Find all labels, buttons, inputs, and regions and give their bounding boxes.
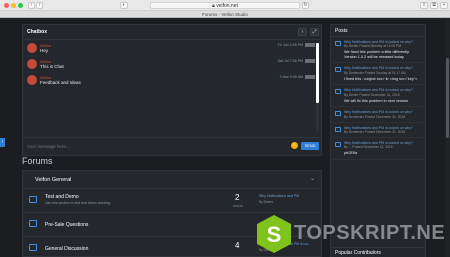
forum-post-count: 4 xyxy=(235,241,240,250)
chatbox-title: Chatbox xyxy=(27,29,47,35)
watermark-text: TOPSKRIPT.NE xyxy=(294,222,446,244)
tab-title[interactable]: Forums - Veifon Studio xyxy=(202,12,248,17)
post-meta: By Dexfender Posted December 31, 2016 xyxy=(344,114,406,119)
chat-input-row: ☺ SEND xyxy=(23,137,321,153)
lock-icon: 🔒︎ xyxy=(212,3,215,9)
maximize-window-button[interactable] xyxy=(18,3,23,8)
posts-title: Posts xyxy=(331,25,425,37)
forum-row[interactable]: Test and Demo Use this section to test a… xyxy=(23,189,321,213)
chat-text: Feedback and Ideas xyxy=(40,80,81,85)
category-title[interactable]: Veifon General xyxy=(35,177,71,183)
avatar[interactable] xyxy=(27,59,37,69)
chat-popout-icon[interactable]: ⤢ xyxy=(310,28,319,36)
shield-icon[interactable]: ◐ xyxy=(120,2,128,9)
sidebar-post[interactable]: Why Notifications and PM is looked on wh… xyxy=(331,85,425,108)
new-tab-icon[interactable]: + xyxy=(440,2,448,9)
chat-messages: Veifon Hey Fri Jun 2:45 PM Veifon This i… xyxy=(25,42,317,130)
emoji-icon[interactable]: ☺ xyxy=(291,142,298,149)
forum-name[interactable]: Pre-Sale Questions xyxy=(45,222,88,228)
avatar[interactable] xyxy=(27,75,37,85)
post-meta: By ... Posted December 31, 2016 xyxy=(344,145,393,150)
forum-last-post[interactable]: Why Notifications and PM xyxy=(259,194,319,198)
chat-tools-icon[interactable] xyxy=(305,43,315,47)
share-icon[interactable]: ⇪ xyxy=(420,2,428,9)
post-icon xyxy=(335,141,341,147)
forum-description: Use this section to test and demo wordin… xyxy=(45,201,111,205)
svg-text:S: S xyxy=(267,222,282,247)
tab-bar[interactable]: Forums - Veifon Studio xyxy=(0,11,450,18)
forum-post-count: 2 xyxy=(235,193,240,202)
post-excerpt: We fixed this problem a little different… xyxy=(344,50,410,59)
forum-last-post-author[interactable]: By Dexter xyxy=(259,200,273,204)
send-button[interactable]: SEND xyxy=(301,142,319,150)
forum-post-count-label: POSTS xyxy=(233,204,244,208)
popular-contributors-title: Popular Contributors xyxy=(330,247,426,257)
sidebar-post[interactable]: Why Notifications and PM is looked on wh… xyxy=(331,138,425,160)
forward-button[interactable]: › xyxy=(36,2,43,9)
post-icon xyxy=(335,111,341,117)
post-excerpt: I fixed this .<object xxx> ltr <img src=… xyxy=(344,76,418,81)
category-header[interactable]: Veifon General ⌄ xyxy=(23,171,321,189)
sidebar-post[interactable]: Why Notifications and PM is looked on wh… xyxy=(331,107,425,123)
page-scrollbar-thumb[interactable] xyxy=(446,58,449,138)
post-icon xyxy=(335,126,341,132)
close-window-button[interactable] xyxy=(4,3,9,8)
chat-tools-icon[interactable] xyxy=(305,59,315,63)
chat-message: Veifon Feedback and Ideas 9 Mar 9:45 AM xyxy=(25,74,317,89)
chat-message: Veifon This is Chat Sat Jul 7:36 PM xyxy=(25,58,317,73)
forums-heading: Forums xyxy=(22,156,53,166)
forum-chat-icon xyxy=(29,244,37,251)
chat-scrollbar[interactable] xyxy=(316,43,319,131)
watermark-logo-icon: S xyxy=(257,215,291,253)
page-scrollbar[interactable] xyxy=(445,18,450,257)
page: › Chatbox ‹ ⤢ Veifon Hey Fri Jun 2:45 PM… xyxy=(0,18,450,257)
avatar[interactable] xyxy=(27,43,37,53)
post-meta: By Dexfender Posted Sunday at 01:17 AM xyxy=(344,70,406,75)
chatbox: Chatbox ‹ ⤢ Veifon Hey Fri Jun 2:45 PM V… xyxy=(22,24,322,156)
post-meta: By Dexter Posted December 31, 2016 xyxy=(344,92,400,97)
chevron-down-icon[interactable]: ⌄ xyxy=(310,175,315,182)
chat-scrollbar-thumb[interactable] xyxy=(316,43,319,103)
post-excerpt: ptr2Efla xyxy=(344,151,358,156)
sidebar-post[interactable]: Why Notifications and PM is looked on wh… xyxy=(331,37,425,64)
forum-chat-icon xyxy=(29,220,37,227)
post-icon xyxy=(335,67,341,73)
post-excerpt: We will fix this problem in next version xyxy=(344,98,409,103)
minimize-window-button[interactable] xyxy=(11,3,16,8)
browser-titlebar: ‹ › ◐ 🔒︎ veifon.net ↻ ⇪ ⧉ + xyxy=(0,0,450,11)
sidebar-post[interactable]: Why Notifications and PM is looked on wh… xyxy=(331,123,425,138)
chat-message: Veifon Hey Fri Jun 2:45 PM xyxy=(25,42,317,57)
chatbox-header: Chatbox ‹ ⤢ xyxy=(23,25,321,40)
post-icon xyxy=(335,89,341,95)
tabs-icon[interactable]: ⧉ xyxy=(430,2,438,9)
chat-tools-icon[interactable] xyxy=(305,75,315,79)
reload-icon[interactable]: ↻ xyxy=(302,2,309,9)
sidebar-post[interactable]: Why Notifications and PM is looked on wh… xyxy=(331,63,425,86)
post-meta: By Dexfender Posted December 31, 2016 xyxy=(344,129,406,134)
post-icon xyxy=(335,41,341,46)
chat-time: Fri Jun 2:45 PM xyxy=(277,43,303,47)
chat-message-input[interactable] xyxy=(27,142,287,150)
chat-time: Sat Jul 7:36 PM xyxy=(277,59,303,63)
chat-text: Hey xyxy=(40,48,49,53)
post-meta: By Dexter Posted Monday at 12:09 PM xyxy=(344,44,401,49)
address-bar-url: veifon.net xyxy=(216,3,238,9)
forum-chat-icon xyxy=(29,196,37,203)
forum-name[interactable]: Test and Demo xyxy=(45,194,79,200)
chat-text: This is Chat xyxy=(40,64,64,69)
post-title[interactable]: Why Notifications and PM is looked on wh… xyxy=(344,110,421,114)
chat-collapse-icon[interactable]: ‹ xyxy=(298,28,307,36)
back-button[interactable]: ‹ xyxy=(28,2,35,9)
chat-time: 9 Mar 9:45 AM xyxy=(279,75,303,79)
address-bar[interactable]: 🔒︎ veifon.net xyxy=(150,2,300,9)
sidebar-toggle-icon[interactable]: › xyxy=(0,138,5,147)
forum-name[interactable]: General Discussion xyxy=(45,246,88,252)
